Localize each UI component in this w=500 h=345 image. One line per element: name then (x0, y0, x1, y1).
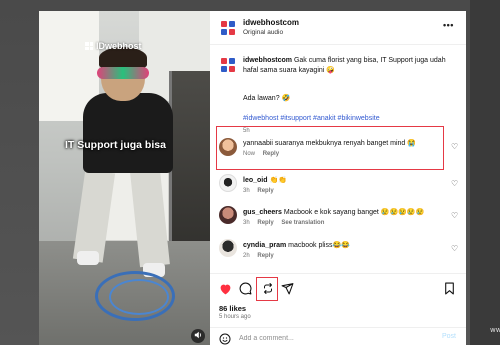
like-heart-icon[interactable] (219, 283, 232, 298)
post-comment-button[interactable]: Post (442, 333, 456, 340)
background-stamp: ww (490, 326, 500, 334)
person-shoe (77, 251, 99, 265)
like-comment-icon[interactable]: ♡ (451, 211, 458, 220)
comment-text: cyndia_pram macbook pliss😂😂 (243, 241, 443, 249)
account-username[interactable]: idwebhostcom (243, 18, 299, 27)
network-cable (109, 279, 169, 315)
comment-body: macbook pliss😂😂 (288, 242, 350, 249)
comment-item: yannaabii suaranya mekbuknya renyah bang… (210, 126, 466, 170)
like-count[interactable]: 86 likes (219, 304, 246, 313)
comment-meta: 2h Reply (243, 253, 280, 259)
comment-username[interactable]: gus_cheers (243, 209, 282, 216)
comment-text: yannaabii suaranya mekbuknya renyah bang… (243, 139, 443, 147)
video-caption: IT Support juga bisa (65, 139, 166, 151)
comment-time: 3h (243, 220, 250, 226)
comment-username[interactable]: cyndia_pram (243, 242, 286, 249)
comment-time: Now (243, 151, 256, 157)
reply-button[interactable]: Reply (257, 220, 273, 226)
avatar[interactable] (219, 138, 237, 156)
watermark-text: IDwebhost (96, 41, 142, 51)
reply-button[interactable]: Reply (257, 253, 273, 259)
comment-bubble-icon[interactable] (239, 282, 252, 300)
reel-video[interactable]: IDwebhost IT Support juga bisa (39, 11, 210, 345)
comment-body: Macbook e kok sayang banget 😢😢😢😢😢 (283, 209, 425, 216)
post-header: idwebhostcom Original audio ••• (210, 11, 466, 45)
caption-hashtags[interactable]: #idwebhost #itsupport #anakit #bikinwebs… (243, 115, 380, 122)
audio-link[interactable]: Original audio (243, 29, 283, 36)
avatar[interactable] (219, 239, 237, 257)
post-actions: 86 likes 5 hours ago Post (210, 273, 466, 345)
comment-body: 👏👏 (269, 177, 287, 184)
idwebhost-logo-icon (85, 42, 93, 50)
comment-text: leo_oid 👏👏 (243, 176, 443, 184)
comments-scroll[interactable]: idwebhostcom Gak cuma florist yang bisa,… (210, 46, 466, 274)
avatar[interactable] (219, 174, 237, 192)
avatar[interactable] (219, 206, 237, 224)
caption-username[interactable]: idwebhostcom (243, 57, 292, 64)
video-watermark: IDwebhost (85, 41, 142, 51)
share-icon[interactable] (281, 282, 294, 300)
comment-meta: 3h Reply (243, 188, 280, 194)
comment-item: gus_cheers Macbook e kok sayang banget 😢… (210, 206, 466, 238)
caption-text: idwebhostcom Gak cuma florist yang bisa,… (243, 56, 453, 76)
comment-item: leo_oid 👏👏 3h Reply ♡ (210, 174, 466, 206)
reply-button[interactable]: Reply (257, 188, 273, 194)
post-timestamp: 5 hours ago (219, 314, 251, 320)
emoji-icon[interactable] (219, 332, 231, 345)
comment-time: 2h (243, 253, 250, 259)
comment-username[interactable]: leo_oid (243, 177, 268, 184)
see-translation-button[interactable]: See translation (281, 220, 324, 226)
comment-time: 3h (243, 188, 250, 194)
account-avatar[interactable] (221, 21, 235, 35)
sound-toggle-button[interactable] (191, 329, 205, 343)
like-comment-icon[interactable]: ♡ (451, 179, 458, 188)
more-options-icon[interactable]: ••• (443, 20, 454, 30)
speaker-icon (194, 331, 202, 341)
person-shirt (83, 93, 173, 173)
comment-username[interactable]: yannaabii (243, 140, 273, 147)
bookmark-icon[interactable] (444, 282, 455, 300)
person-blindfold (97, 67, 149, 79)
background-window: ww (470, 0, 500, 345)
caption-line: Ada lawan? 🤣 (243, 95, 291, 102)
comment-meta: Now Reply (243, 151, 285, 157)
add-comment-bar: Post (210, 327, 466, 345)
comment-text: gus_cheers Macbook e kok sayang banget 😢… (243, 208, 443, 216)
comment-meta: 3h Reply See translation (243, 220, 330, 226)
comment-item: cyndia_pram macbook pliss😂😂 2h Reply ♡ (210, 239, 466, 271)
comment-input[interactable] (239, 332, 429, 344)
highlight-annotation (216, 126, 444, 170)
caption-avatar[interactable] (221, 58, 235, 72)
like-comment-icon[interactable]: ♡ (451, 244, 458, 253)
post-panel: idwebhostcom Original audio ••• idwebhos… (210, 11, 466, 345)
like-comment-icon[interactable]: ♡ (451, 142, 458, 151)
comment-body: suaranya mekbuknya renyah banget mind 😭 (274, 140, 416, 147)
repost-icon[interactable] (262, 282, 274, 300)
reply-button[interactable]: Reply (263, 151, 279, 157)
